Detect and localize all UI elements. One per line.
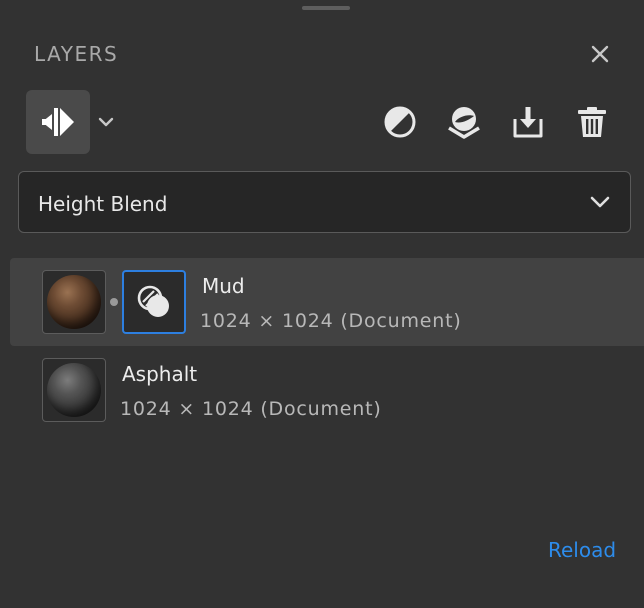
mask-icon [137, 285, 169, 317]
layer-thumbnail-mud[interactable] [42, 270, 106, 334]
half-circle-icon [384, 106, 416, 138]
layer-row-asphalt[interactable]: Asphalt 1024 × 1024 (Document) [10, 346, 644, 434]
blend-mode-dropdown[interactable]: Height Blend [18, 171, 631, 233]
layer-resolution: 1024 × 1024 (Document) [200, 310, 462, 332]
close-button[interactable] [586, 40, 614, 68]
mask-link-dot [110, 298, 118, 306]
layer-row-mud[interactable]: Mud 1024 × 1024 (Document) [10, 258, 644, 346]
layer-resolution: 1024 × 1024 (Document) [120, 398, 382, 420]
close-icon [591, 45, 609, 63]
fill-layer-button[interactable] [380, 102, 420, 142]
chevron-down-icon [98, 117, 114, 127]
blend-mode-chevron [588, 190, 612, 214]
blend-mode-value: Height Blend [38, 192, 168, 216]
chevron-down-icon [590, 196, 610, 208]
reload-link[interactable]: Reload [548, 538, 616, 562]
paint-sphere-icon [448, 107, 480, 139]
layer-stack-icon [42, 108, 74, 136]
material-sphere-asphalt [47, 363, 101, 417]
layer-name: Mud [202, 274, 245, 298]
import-icon [513, 107, 543, 138]
delete-button[interactable] [572, 102, 612, 142]
layer-type-dropdown[interactable] [94, 110, 118, 134]
panel-title: LAYERS [34, 42, 119, 66]
layer-type-button[interactable] [26, 90, 90, 154]
layer-mask-thumbnail[interactable] [122, 270, 186, 334]
layer-name: Asphalt [122, 362, 198, 386]
paint-layer-button[interactable] [444, 102, 484, 142]
drag-handle[interactable] [302, 6, 350, 10]
material-sphere-mud [47, 275, 101, 329]
layer-thumbnail-asphalt[interactable] [42, 358, 106, 422]
import-button[interactable] [508, 102, 548, 142]
trash-icon [578, 107, 606, 137]
